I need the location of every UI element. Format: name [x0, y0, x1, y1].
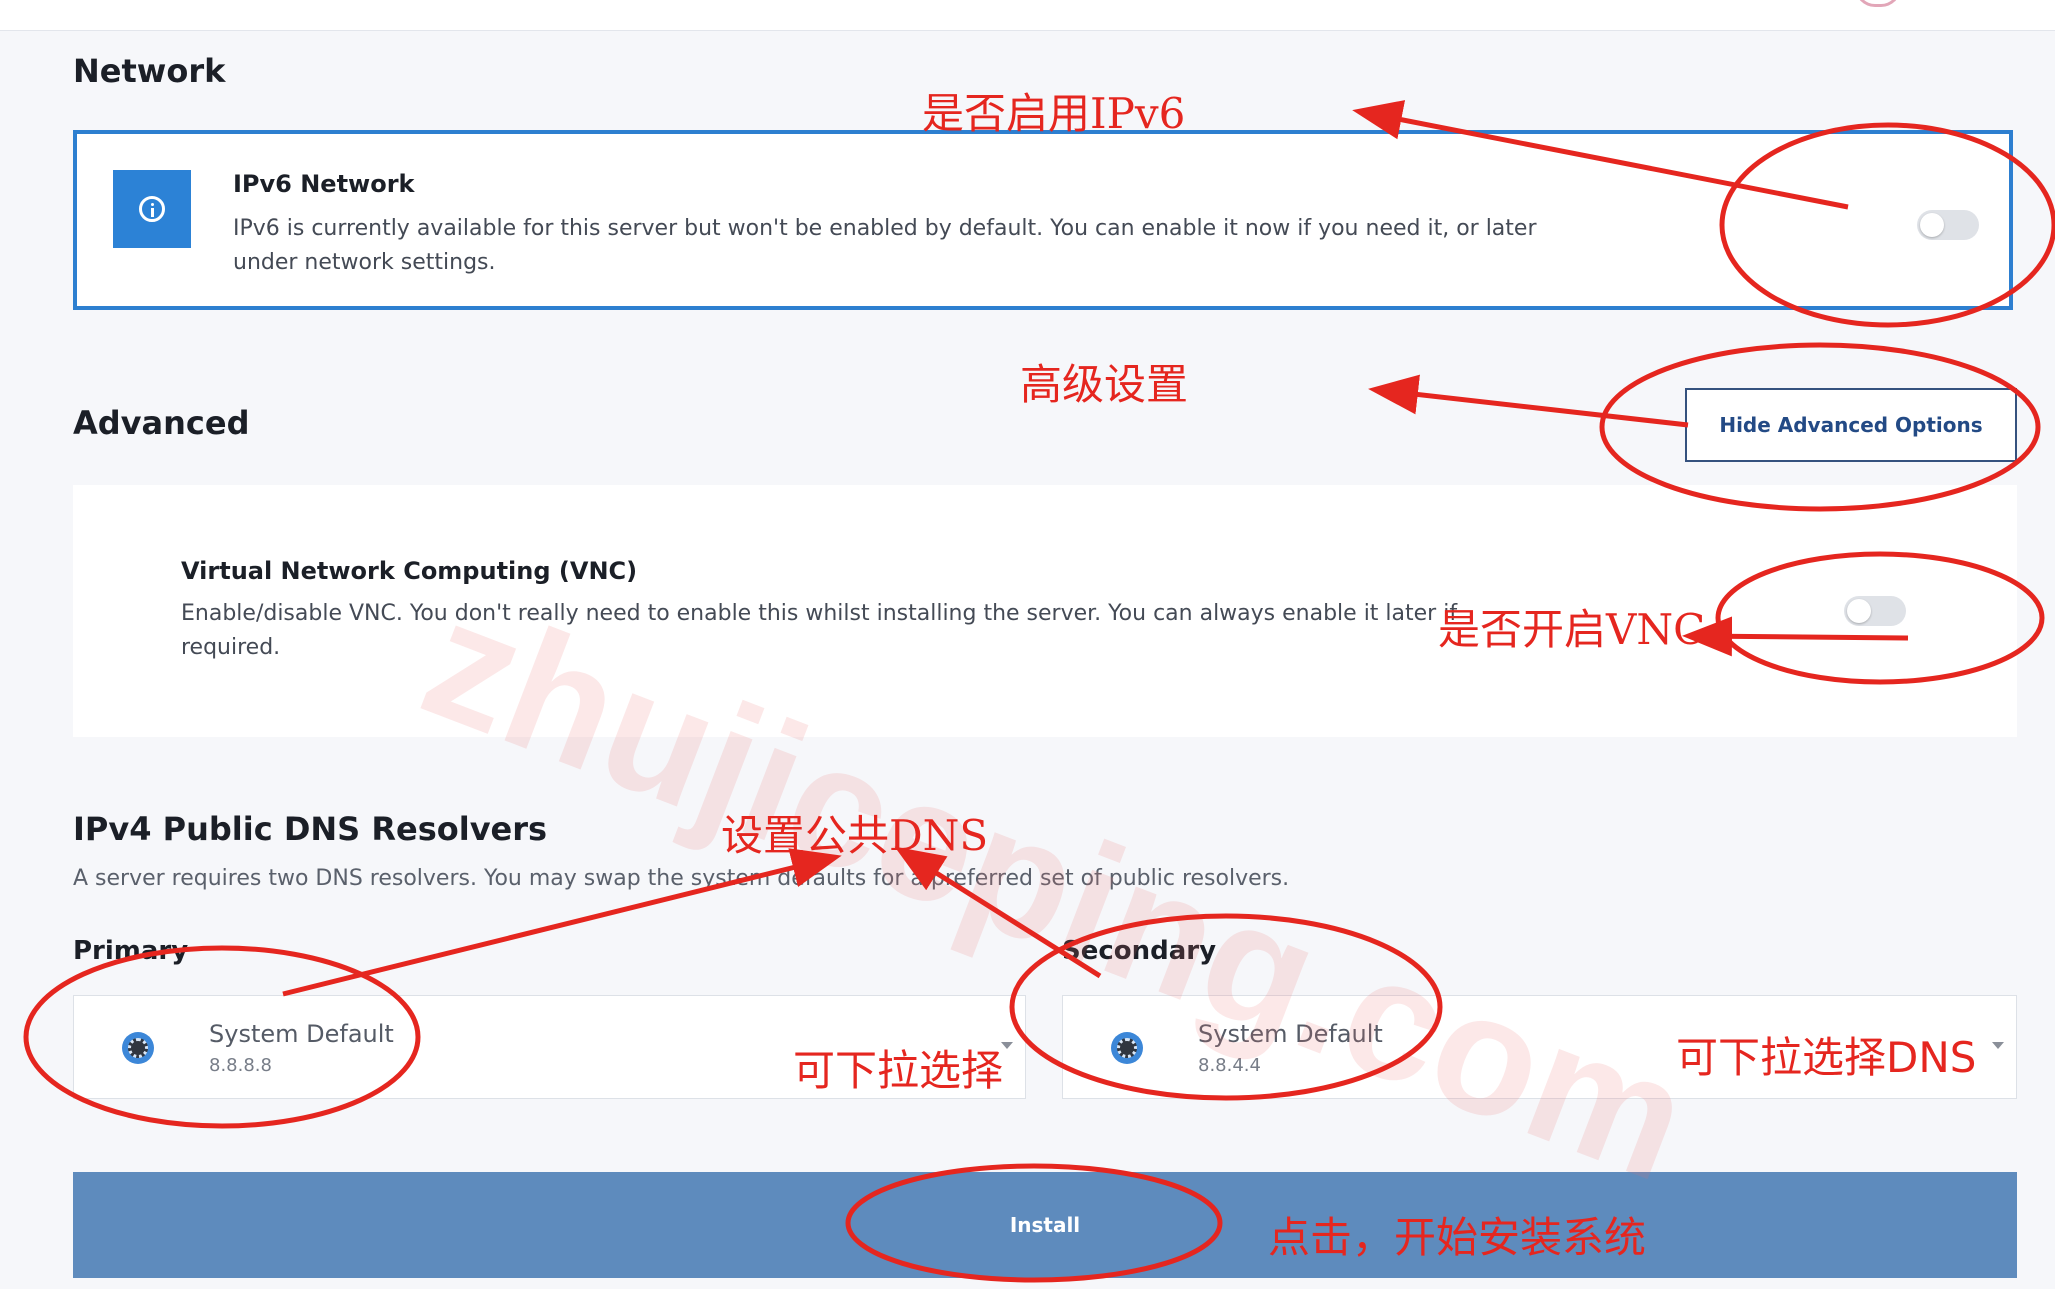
advanced-button-highlight-circle	[1599, 342, 2041, 512]
dns-primary-arrow	[282, 848, 842, 997]
install-button-highlight-circle	[845, 1163, 1223, 1283]
vnc-annotation: 是否开启VNC	[1438, 605, 1706, 654]
annotation-overlay	[23, 100, 2055, 1283]
vnc-arrow	[1682, 616, 1909, 657]
secondary-dropdown-annotation: 可下拉选择DNS	[1676, 1033, 1977, 1082]
ipv6-annotation: 是否启用IPv6	[922, 89, 1186, 138]
ipv6-toggle-highlight-circle	[1719, 122, 2055, 328]
ipv6-arrow	[1352, 100, 1849, 210]
dns-secondary-arrow	[894, 846, 1102, 979]
advanced-arrow	[1368, 374, 1689, 428]
primary-dropdown-annotation: 可下拉选择	[793, 1046, 1004, 1095]
vnc-toggle-highlight-circle	[1715, 551, 2045, 685]
dns-annotation: 设置公共DNS	[721, 811, 989, 860]
secondary-dns-highlight-circle	[1009, 913, 1443, 1101]
advanced-annotation: 高级设置	[1020, 360, 1189, 409]
install-annotation: 点击，开始安装系统	[1268, 1213, 1647, 1262]
